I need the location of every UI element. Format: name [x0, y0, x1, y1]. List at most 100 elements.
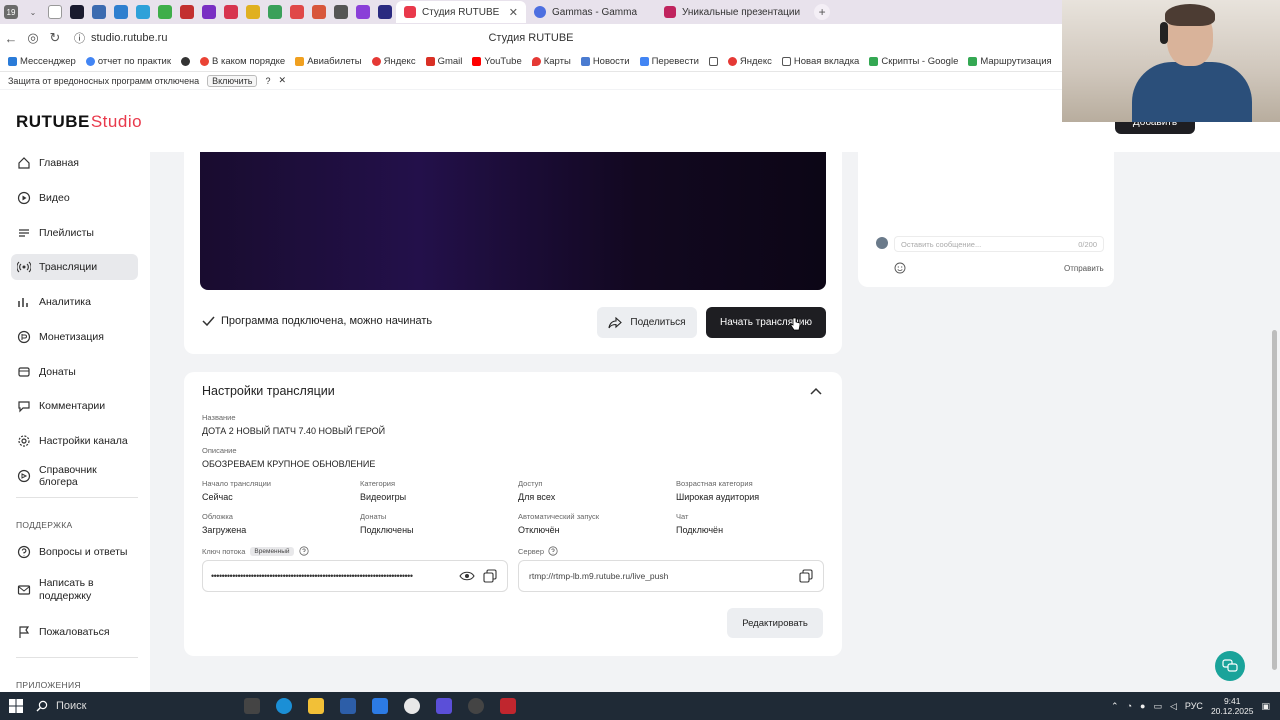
chat-message-input[interactable]: Оставить сообщение... 0/200: [894, 236, 1104, 252]
tab-count-badge[interactable]: 19: [4, 5, 18, 19]
language-indicator[interactable]: РУС: [1185, 701, 1203, 711]
start-stream-button[interactable]: Начать трансляцию: [706, 307, 826, 338]
windows-start-icon[interactable]: [9, 699, 23, 713]
close-notice-icon[interactable]: ✕: [278, 75, 286, 86]
edge-icon[interactable]: [276, 698, 292, 714]
mic-icon[interactable]: ●: [1140, 701, 1145, 711]
sidebar-item-contact-support[interactable]: Написать в поддержку: [11, 572, 138, 608]
bookmark-item[interactable]: Карты: [531, 56, 571, 67]
sidebar-item-home[interactable]: Главная: [11, 150, 138, 176]
share-button[interactable]: Поделиться: [597, 307, 697, 338]
clock[interactable]: 9:41 20.12.2025: [1211, 696, 1254, 716]
network-icon[interactable]: ◔: [1127, 701, 1132, 711]
sidebar-item-video[interactable]: Видео: [11, 185, 138, 211]
yandex-browser-icon[interactable]: [404, 698, 420, 714]
notifications-icon[interactable]: ▣: [1261, 701, 1270, 712]
translate-icon: [639, 57, 649, 66]
bookmark-item[interactable]: отчет по практик: [85, 56, 171, 67]
pinned-tab-icon[interactable]: [202, 5, 216, 19]
tab-list-chevron-icon[interactable]: ⌄: [26, 5, 40, 19]
eye-icon[interactable]: [459, 570, 475, 582]
copy-icon[interactable]: [799, 569, 813, 583]
bookmark-item[interactable]: Мессенджер: [8, 56, 76, 67]
tab-title: Уникальные презентации: [682, 6, 801, 18]
copy-icon[interactable]: [483, 569, 497, 583]
pinned-tab-icon[interactable]: [92, 5, 106, 19]
pinned-tab-icon[interactable]: [312, 5, 326, 19]
sidebar-item-playlists[interactable]: Плейлисты: [11, 220, 138, 246]
pinned-tab-icon[interactable]: [136, 5, 150, 19]
bookmark-item[interactable]: Яндекс: [371, 56, 416, 67]
support-chat-button[interactable]: [1215, 651, 1245, 681]
tab-presentations[interactable]: Уникальные презентации: [656, 1, 808, 23]
edit-button[interactable]: Редактировать: [727, 608, 823, 638]
site-info-icon[interactable]: ⓘ: [74, 30, 85, 46]
bookmark-item[interactable]: Маршрутизация: [968, 56, 1052, 67]
sidebar-item-faq[interactable]: Вопросы и ответы: [11, 539, 138, 565]
pinned-tab-icon[interactable]: [158, 5, 172, 19]
close-tab-icon[interactable]: ✕: [509, 6, 518, 19]
sidebar-item-report[interactable]: Пожаловаться: [11, 619, 138, 645]
sidebar-item-blogger-guide[interactable]: Справочник блогера: [11, 463, 138, 489]
bookmark-item[interactable]: [181, 57, 191, 66]
help-icon[interactable]: [548, 546, 558, 556]
bookmark-item[interactable]: Новая вкладка: [781, 56, 859, 67]
stream-key-field[interactable]: ••••••••••••••••••••••••••••••••••••••••…: [202, 560, 508, 592]
tab-gamma[interactable]: Gammas - Gamma: [526, 1, 656, 23]
page-scrollbar[interactable]: [1272, 330, 1277, 670]
outlook-icon[interactable]: [372, 698, 388, 714]
help-icon[interactable]: [298, 546, 309, 556]
help-icon[interactable]: ?: [265, 76, 270, 86]
pinned-tab-icon[interactable]: [378, 5, 392, 19]
pinned-tab-icon[interactable]: [224, 5, 238, 19]
bookmark-item[interactable]: YouTube: [472, 56, 522, 67]
volume-icon[interactable]: ◁: [1170, 701, 1177, 712]
back-icon[interactable]: ←: [0, 31, 22, 46]
chevron-up-icon[interactable]: [810, 386, 822, 396]
enable-protection-button[interactable]: Включить: [207, 74, 258, 87]
tab-studio-rutube[interactable]: Студия RUTUBE ✕: [396, 1, 526, 23]
bookmark-item[interactable]: Gmail: [425, 56, 462, 67]
pinned-tab-icon[interactable]: [180, 5, 194, 19]
pinned-tab-icon[interactable]: [48, 5, 62, 19]
emoji-icon[interactable]: [894, 262, 906, 274]
new-tab-icon[interactable]: +: [814, 4, 831, 20]
stream-preview-video[interactable]: [200, 152, 826, 290]
bookmark-item[interactable]: Новости: [580, 56, 630, 67]
app-icon[interactable]: [468, 698, 484, 714]
app-icon[interactable]: [436, 698, 452, 714]
tray-expand-icon[interactable]: ⌃: [1111, 701, 1119, 712]
sidebar-item-channel-settings[interactable]: Настройки канала: [11, 428, 138, 454]
sidebar-item-comments[interactable]: Комментарии: [11, 393, 138, 419]
sidebar-item-analytics[interactable]: Аналитика: [11, 289, 138, 315]
taskbar-search[interactable]: Поиск: [36, 692, 236, 720]
pinned-tab-icon[interactable]: [334, 5, 348, 19]
reload-icon[interactable]: ↻: [44, 30, 66, 46]
bookmark-item[interactable]: Авиабилеты: [295, 56, 362, 67]
send-button[interactable]: Отправить: [1064, 264, 1104, 273]
sidebar-toggle-icon[interactable]: ◎: [22, 30, 44, 46]
app-icon[interactable]: [500, 698, 516, 714]
pinned-tab-icon[interactable]: [246, 5, 260, 19]
pinned-tab-icon[interactable]: [114, 5, 128, 19]
bookmark-item[interactable]: В каком порядке: [200, 56, 285, 67]
map-pin-icon: [531, 57, 541, 66]
url-field[interactable]: ⓘ studio.rutube.ru: [74, 30, 167, 46]
pinned-tab-icon[interactable]: [70, 5, 84, 19]
pinned-tab-icon[interactable]: [290, 5, 304, 19]
sidebar-item-broadcasts[interactable]: Трансляции: [11, 254, 138, 280]
battery-icon[interactable]: ▭: [1153, 701, 1162, 712]
server-url-field[interactable]: rtmp://rtmp-lb.m9.rutube.ru/live_push: [518, 560, 824, 592]
pinned-tab-icon[interactable]: [268, 5, 282, 19]
bookmark-item[interactable]: [708, 57, 718, 66]
pinned-tab-icon[interactable]: [356, 5, 370, 19]
store-icon[interactable]: [340, 698, 356, 714]
bookmark-item[interactable]: Перевести: [639, 56, 699, 67]
sidebar-item-monetization[interactable]: Монетизация: [11, 324, 138, 350]
bookmark-item[interactable]: Скрипты - Google: [869, 56, 958, 67]
explorer-icon[interactable]: [308, 698, 324, 714]
rutube-studio-logo[interactable]: RUTUBEStudio: [16, 112, 142, 132]
sidebar-item-donations[interactable]: Донаты: [11, 359, 138, 385]
bookmark-item[interactable]: Яндекс: [727, 56, 772, 67]
task-view-icon[interactable]: [244, 698, 260, 714]
